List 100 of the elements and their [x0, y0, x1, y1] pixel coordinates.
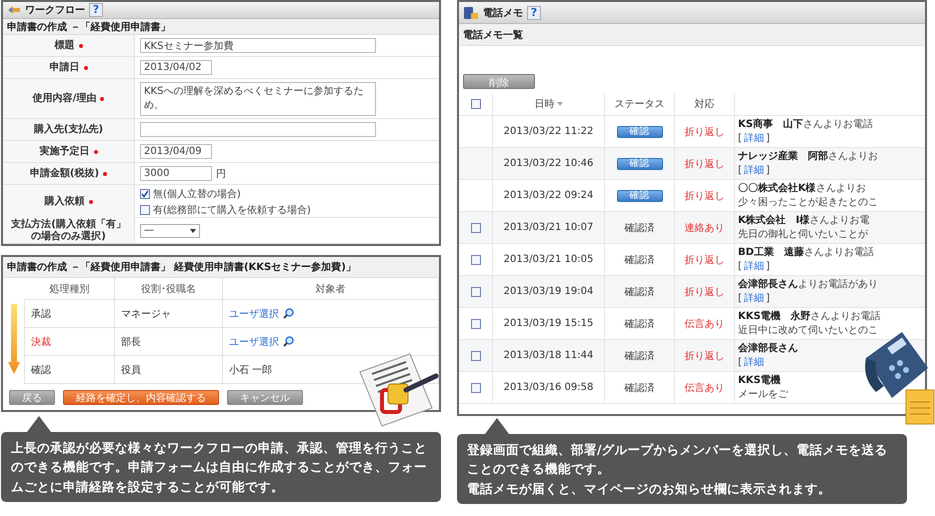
- response-text: 折り返し: [684, 158, 724, 170]
- list-heading: 電話メモ一覧: [459, 24, 925, 46]
- column-header: 対象者: [223, 278, 439, 300]
- amount-field[interactable]: 3000: [140, 166, 212, 182]
- status-text: 確認済: [624, 318, 654, 330]
- checkbox[interactable]: [140, 205, 150, 216]
- message-line: 会津部長さんよりお電話があり: [738, 278, 879, 292]
- action-button[interactable]: キャンセル: [227, 390, 303, 405]
- assignee-name: 小石 一郎: [229, 364, 272, 376]
- description-callout: 登録画面で組織、部署/グループからメンバーを選択し、電話メモを送ることのできる機能です。 電話メモが届くと、マイページのお知らせ欄に表示されます。: [457, 434, 907, 504]
- role-cell: 部長: [115, 328, 223, 356]
- response-text: 折り返し: [684, 190, 724, 202]
- confirm-button[interactable]: 確認: [616, 158, 662, 170]
- column-header[interactable]: 対応: [694, 97, 714, 111]
- checkbox-label: 有(総務部にて購入を依頼する場合): [153, 204, 311, 218]
- date-time: 2013/03/22 11:22: [504, 126, 594, 137]
- response-text: 折り返し: [684, 126, 724, 138]
- route-heading: 申請書の作成 －「経費使用申請書」 経費使用申請書(KKSセミナー参加費)」: [3, 257, 439, 278]
- select-field[interactable]: —: [140, 224, 200, 238]
- help-button[interactable]: ?: [527, 6, 541, 20]
- column-header[interactable]: 日時: [534, 97, 554, 111]
- checkbox-label: 無(個人立替の場合): [153, 188, 241, 202]
- window-title: ワークフロー: [25, 4, 85, 17]
- action-button[interactable]: 経路を確定し、内容確認する: [63, 390, 219, 405]
- action-button[interactable]: 戻る: [9, 390, 55, 405]
- process-type: 確認: [25, 356, 115, 384]
- caret-icon: [190, 228, 196, 232]
- detail-link[interactable]: 詳細: [744, 164, 764, 177]
- field-label: 支払方法(購入依頼「有」の場合のみ選択): [10, 219, 127, 242]
- message-line: K株式会社 I様さんよりお電: [738, 214, 870, 228]
- field-label: 標題: [54, 40, 74, 52]
- status-text: 確認済: [624, 286, 654, 298]
- response-text: 連絡あり: [684, 222, 724, 234]
- message-note: 少々困ったことが起きたとのこ: [738, 196, 879, 209]
- role-cell: 役員: [115, 356, 223, 384]
- date-time: 2013/03/22 10:46: [504, 158, 594, 169]
- detail-link[interactable]: 詳細: [744, 356, 764, 369]
- checkbox[interactable]: [470, 222, 480, 232]
- date-time: 2013/03/18 11:44: [504, 350, 594, 361]
- bracket: ]: [766, 132, 770, 145]
- response-text: 伝言あり: [684, 382, 724, 394]
- response-text: 折り返し: [684, 286, 724, 298]
- checkbox[interactable]: [470, 318, 480, 328]
- column-header[interactable]: ステータス: [614, 97, 664, 111]
- description-callout: 上長の承認が必要な様々なワークフローの申請、承認、管理を行うことのできる機能です。申請フォームは自由に作成することができ、フォームごとに申請経路を設定することが可能です。: [1, 432, 441, 502]
- field-label: 購入先(支払先): [34, 124, 104, 136]
- callout-pointer: [485, 418, 509, 434]
- message-line: KKS電機 永野さんよりお電話: [738, 310, 882, 324]
- checkbox[interactable]: [470, 99, 480, 109]
- role-cell: マネージャ: [115, 300, 223, 328]
- user-select-link[interactable]: ユーザ選択: [229, 306, 279, 320]
- detail-link[interactable]: 詳細: [744, 292, 764, 305]
- bracket: [: [738, 132, 742, 145]
- delete-button[interactable]: 削除: [463, 74, 535, 89]
- message-line: KS商事 山下さんよりお電話: [738, 118, 874, 132]
- bracket: [: [738, 356, 742, 369]
- confirm-button[interactable]: 確認: [616, 190, 662, 202]
- workflow-icon: [7, 4, 21, 16]
- bracket: [: [738, 260, 742, 273]
- response-text: 伝言あり: [684, 318, 724, 330]
- detail-link[interactable]: 詳細: [744, 260, 764, 273]
- text-field[interactable]: [140, 122, 376, 138]
- column-header: 役割･役職名: [115, 278, 223, 300]
- checkbox[interactable]: [470, 286, 480, 296]
- detail-link[interactable]: 詳細: [744, 132, 764, 145]
- field-label: 申請日: [50, 62, 80, 74]
- unit-label: 円: [216, 168, 226, 181]
- status-text: 確認済: [624, 222, 654, 234]
- checkbox[interactable]: [470, 254, 480, 264]
- response-text: 折り返し: [684, 350, 724, 362]
- message-line: ナレッジ産業 阿部さんよりお: [738, 150, 879, 164]
- bracket: ]: [766, 260, 770, 273]
- message-line: 会津部長さん: [738, 342, 799, 356]
- status-text: 確認済: [624, 382, 654, 394]
- message-line: BD工業 遠藤さんよりお電話: [738, 246, 875, 260]
- user-select-link[interactable]: ユーザ選択: [229, 334, 279, 348]
- bracket: [: [738, 164, 742, 177]
- bracket: [: [738, 292, 742, 305]
- process-type: 承認: [25, 300, 115, 328]
- help-button[interactable]: ?: [89, 2, 103, 17]
- date-field[interactable]: 2013/04/02: [140, 60, 212, 76]
- date-time: 2013/03/21 10:05: [504, 254, 594, 265]
- checkbox[interactable]: [470, 350, 480, 360]
- down-arrow-icon: [8, 304, 20, 374]
- message-note: 先日の御礼と伺いたいことが: [738, 228, 869, 241]
- text-field[interactable]: KKSセミナー参加費: [140, 38, 376, 54]
- checkbox[interactable]: [140, 189, 150, 200]
- date-field[interactable]: 2013/04/09: [140, 144, 212, 160]
- field-label: 使用内容/理由: [32, 92, 96, 104]
- window-title: 電話メモ: [483, 6, 523, 20]
- search-icon[interactable]: [283, 308, 294, 319]
- process-type: 決裁: [25, 328, 115, 356]
- search-icon[interactable]: [283, 336, 294, 347]
- bracket: ]: [766, 292, 770, 305]
- text-area[interactable]: KKSへの理解を深めるべくセミナーに参加するため。: [140, 82, 376, 116]
- phone-book-icon: [463, 6, 479, 20]
- callout-pointer: [27, 416, 51, 432]
- date-time: 2013/03/22 09:24: [504, 190, 594, 201]
- confirm-button[interactable]: 確認: [616, 126, 662, 138]
- checkbox[interactable]: [470, 382, 480, 392]
